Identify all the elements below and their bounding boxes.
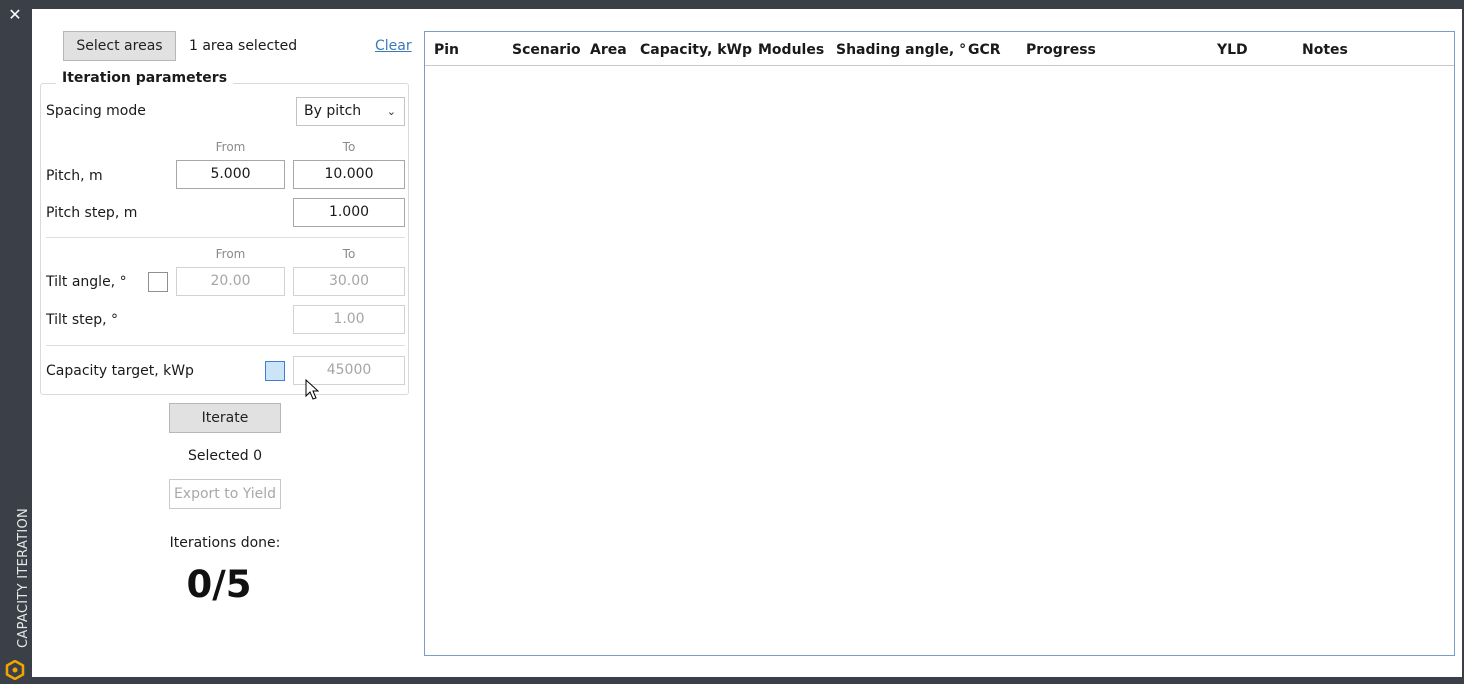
iterations-done-label: Iterations done: <box>169 535 281 551</box>
iteration-parameters-group <box>40 83 409 395</box>
column-header-area[interactable]: Area <box>590 42 627 58</box>
capacity-iteration-panel: Select areas 1 area selected Clear Itera… <box>32 9 1462 677</box>
side-title-bar: ✕ CAPACITY ITERATION <box>0 0 31 684</box>
iteration-parameters-title: Iteration parameters <box>56 70 234 86</box>
spacing-mode-label: Spacing mode <box>46 103 146 119</box>
pitch-from-header: From <box>215 140 246 154</box>
window-title: CAPACITY ITERATION <box>16 507 31 648</box>
results-table-header: Pin Scenario Area Capacity, kWp Modules … <box>425 32 1454 66</box>
tilt-angle-checkbox[interactable] <box>148 272 168 292</box>
mouse-cursor-icon <box>305 379 319 400</box>
spacing-mode-select[interactable]: By pitch ⌄ <box>296 97 405 126</box>
column-header-yld[interactable]: YLD <box>1217 42 1248 58</box>
tilt-from-input[interactable]: 20.00 <box>176 267 285 296</box>
pitch-step-input[interactable]: 1.000 <box>293 198 405 227</box>
pitch-step-label: Pitch step, m <box>46 205 138 221</box>
column-header-scenario[interactable]: Scenario <box>512 42 581 58</box>
column-header-progress[interactable]: Progress <box>1026 42 1096 58</box>
column-header-modules[interactable]: Modules <box>758 42 824 58</box>
column-header-capacity[interactable]: Capacity, kWp <box>640 42 752 58</box>
pitch-label: Pitch, m <box>46 168 103 184</box>
iterations-done-value: 0/5 <box>186 563 252 606</box>
tilt-to-header: To <box>342 247 356 261</box>
capacity-target-checkbox[interactable] <box>265 361 285 381</box>
pitch-to-header: To <box>342 140 356 154</box>
capacity-target-label: Capacity target, kWp <box>46 363 194 379</box>
tilt-to-input[interactable]: 30.00 <box>293 267 405 296</box>
selected-count: Selected 0 <box>187 448 263 464</box>
tilt-step-label: Tilt step, ° <box>46 312 119 328</box>
app-logo-icon <box>5 660 25 680</box>
selection-status: 1 area selected <box>189 38 298 54</box>
pitch-to-input[interactable]: 10.000 <box>293 160 405 189</box>
tilt-from-header: From <box>215 247 246 261</box>
close-icon[interactable]: ✕ <box>5 5 25 25</box>
chevron-down-icon: ⌄ <box>386 105 396 118</box>
tilt-step-input[interactable]: 1.00 <box>293 305 405 334</box>
iterate-button[interactable]: Iterate <box>169 403 281 433</box>
spacing-mode-value: By pitch <box>304 103 362 119</box>
divider <box>46 345 405 346</box>
divider <box>46 237 405 238</box>
clear-link[interactable]: Clear <box>375 38 412 54</box>
results-table[interactable]: Pin Scenario Area Capacity, kWp Modules … <box>424 31 1455 656</box>
column-header-pin[interactable]: Pin <box>434 42 459 58</box>
export-to-yield-button[interactable]: Export to Yield <box>169 479 281 509</box>
pitch-from-input[interactable]: 5.000 <box>176 160 285 189</box>
column-header-shading-angle[interactable]: Shading angle, ° <box>836 42 966 58</box>
tilt-angle-label: Tilt angle, ° <box>46 274 127 290</box>
column-header-notes[interactable]: Notes <box>1302 42 1348 58</box>
select-areas-button[interactable]: Select areas <box>63 31 176 61</box>
column-header-gcr[interactable]: GCR <box>968 42 1001 58</box>
